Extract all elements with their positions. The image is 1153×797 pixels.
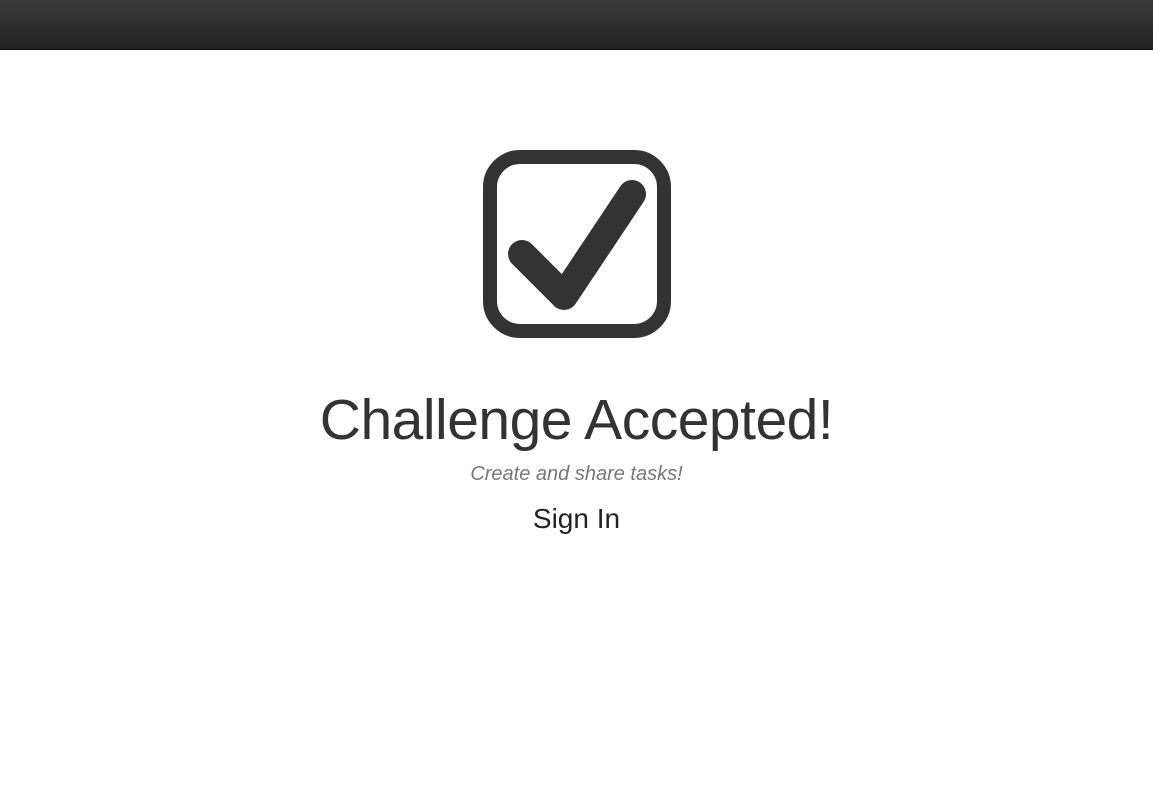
sign-in-link[interactable]: Sign In <box>533 500 620 538</box>
tagline: Create and share tasks! <box>470 463 683 485</box>
page-title: Challenge Accepted! <box>319 388 834 452</box>
top-navbar <box>0 0 1153 50</box>
hero-section: Challenge Accepted! Create and share tas… <box>0 50 1153 797</box>
checkbox-checked-icon <box>482 149 672 339</box>
signin-container: Sign In <box>0 500 1153 538</box>
